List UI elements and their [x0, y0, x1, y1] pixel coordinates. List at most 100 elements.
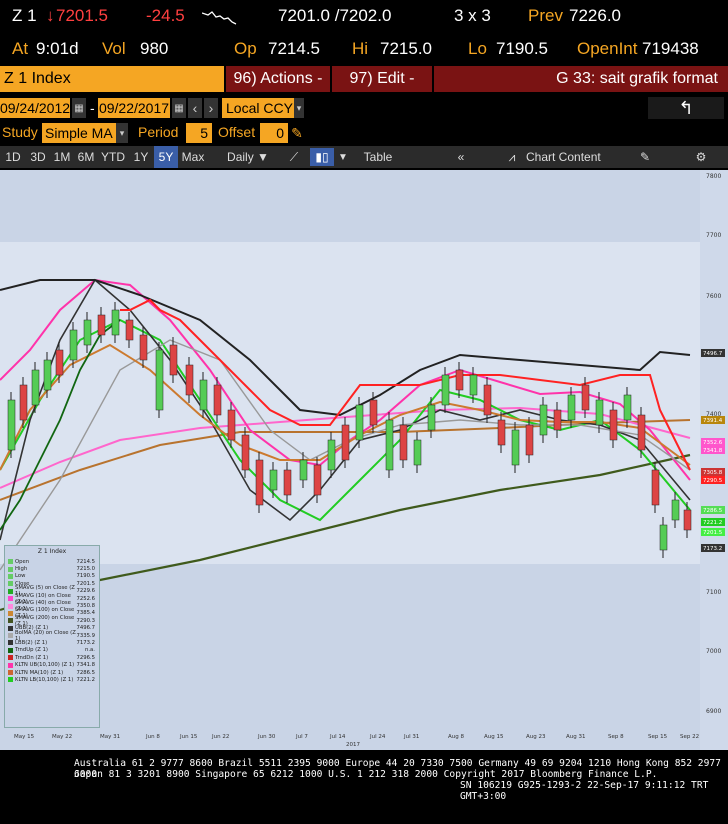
legend-swatch [8, 633, 13, 639]
start-date-input[interactable]: 09/24/2012 [0, 98, 70, 118]
legend-label: KLTN UB(10,100) (Z 1) [15, 662, 75, 669]
line-chart-icon[interactable]: ⟋ [282, 146, 306, 168]
actions-button[interactable]: 96) Actions - [226, 66, 330, 92]
y-tick-label: 7800 [706, 173, 721, 180]
range-3d-button[interactable]: 3D [26, 146, 50, 168]
function-title-label: G 33: sait grafik format [556, 70, 718, 87]
range-6m-button[interactable]: 6M [74, 146, 98, 168]
chart-type-dropdown-icon[interactable]: ▼ [336, 146, 350, 168]
chart-toolbar: 1D 3D 1M 6M YTD 1Y 5Y Max Daily ▼ ⟋ ▮▯ ▼ Table … [0, 146, 728, 168]
frequency-select[interactable]: Daily ▼ [220, 146, 276, 168]
candle-body [227, 409, 236, 441]
value-tag-label: 7341.8 [703, 448, 723, 454]
legend-swatch [8, 581, 13, 587]
chart-band [0, 242, 700, 564]
legend-swatch [8, 618, 13, 624]
candle-body [299, 459, 308, 481]
table-button[interactable]: Table [356, 146, 400, 168]
end-calendar-icon[interactable]: ▦ [172, 98, 186, 118]
pencil-icon[interactable]: ✎ [290, 123, 304, 143]
collapse-icon[interactable]: « [448, 146, 474, 168]
candle-body [671, 499, 680, 521]
chart-band [0, 564, 700, 750]
legend-item: KLTN LB(10,100) (Z 1) 7221.2 [5, 676, 99, 683]
offset-input[interactable]: 0 [260, 123, 288, 143]
security-field[interactable]: Z 1 Index [0, 66, 224, 92]
offset-value: 0 [276, 125, 284, 141]
study-dropdown-icon[interactable]: ▾ [116, 123, 128, 143]
actions-label: 96) Actions - [233, 70, 323, 87]
currency-value: Local CCY [226, 100, 293, 116]
candle-body [255, 459, 264, 506]
legend-swatch [8, 610, 13, 616]
legend-value: 7290.3 [76, 617, 95, 624]
edit-button[interactable]: 97) Edit - [332, 66, 432, 92]
value-tag-label: 7201.5 [703, 530, 723, 536]
chart-content-button[interactable]: Chart Content [526, 146, 616, 168]
candle-body [497, 419, 506, 446]
chart-canvas[interactable]: 7800770076007500740073007200710070006900… [0, 170, 728, 750]
x-tick-label: Jun 8 [145, 734, 160, 740]
prev-label: Prev [528, 6, 563, 25]
end-date-input[interactable]: 09/22/2017 [98, 98, 170, 118]
range-5y-button[interactable]: 5Y [154, 146, 178, 168]
x-tick-label: Jul 7 [295, 734, 308, 740]
quote-row-2: At 9:01d Vol 980 Op 7214.5 Hi 7215.0 Lo … [0, 39, 728, 61]
next-period-icon[interactable]: › [204, 98, 218, 118]
legend-label: LBB(2) (Z 1) [15, 639, 48, 646]
date-separator: - [90, 100, 95, 116]
offset-label: Offset [218, 124, 256, 140]
value-tag-label: 7352.6 [703, 440, 723, 446]
candle-body [269, 469, 278, 491]
menu-bar: Z 1 Index 96) Actions - 97) Edit - G 33:… [0, 66, 728, 92]
legend-value: 7173.2 [76, 639, 95, 646]
annotate-icon[interactable]: ✎ [632, 146, 658, 168]
legend-label: Low [15, 573, 26, 580]
candle-body [213, 384, 222, 416]
vol-label: Vol [102, 39, 126, 58]
candle-chart-icon[interactable]: ▮▯ [310, 148, 334, 166]
bid-ask: 7201.0 /7202.0 [278, 6, 392, 25]
x-tick-label: Jul 24 [369, 734, 386, 740]
chart-content-icon[interactable]: ⩘ [500, 146, 524, 168]
legend-swatch [8, 677, 13, 683]
range-1y-button[interactable]: 1Y [128, 146, 154, 168]
candle-body [637, 414, 646, 451]
prev-period-icon[interactable]: ‹ [188, 98, 202, 118]
x-tick-label: Jul 14 [329, 734, 346, 740]
legend-swatch [8, 573, 13, 579]
settings-gear-icon[interactable]: ⚙ [688, 146, 714, 168]
chart-band [0, 170, 700, 242]
period-input[interactable]: 5 [186, 123, 212, 143]
legend-label: KLTN MA(10) (Z 1) [15, 669, 64, 676]
price-chart[interactable]: 7800770076007500740073007200710070006900… [0, 170, 728, 750]
start-calendar-icon[interactable]: ▦ [72, 98, 86, 118]
candle-body [651, 469, 660, 506]
range-1m-button[interactable]: 1M [50, 146, 74, 168]
candle-body [97, 314, 106, 336]
legend-swatch [8, 588, 13, 594]
candle-body [7, 399, 16, 451]
legend-value: 7335.9 [76, 632, 95, 639]
legend-value: 7350.8 [76, 603, 95, 610]
x-tick-label: Jul 31 [403, 734, 419, 740]
frequency-value: Daily [227, 150, 254, 164]
chart-content-label: Chart Content [526, 150, 601, 164]
currency-select[interactable]: Local CCY [222, 98, 294, 118]
candle-body [567, 394, 576, 421]
candle-body [199, 379, 208, 411]
end-date: 09/22/2017 [98, 100, 170, 116]
candle-body [83, 319, 92, 346]
candle-body [19, 384, 28, 421]
range-1d-button[interactable]: 1D [0, 146, 26, 168]
candle-body [69, 329, 78, 361]
size: 3 x 3 [454, 6, 491, 25]
legend-item: SMAVG (200) on Close (Z 1) 7290.3 [5, 615, 99, 627]
range-max-button[interactable]: Max [178, 146, 208, 168]
currency-dropdown-icon[interactable]: ▾ [294, 98, 304, 118]
study-select[interactable]: Simple MA [42, 123, 116, 143]
lo-label: Lo [468, 39, 487, 58]
back-arrow-icon[interactable]: ↰ [648, 97, 724, 119]
range-ytd-button[interactable]: YTD [98, 146, 128, 168]
candle-body [327, 439, 336, 471]
